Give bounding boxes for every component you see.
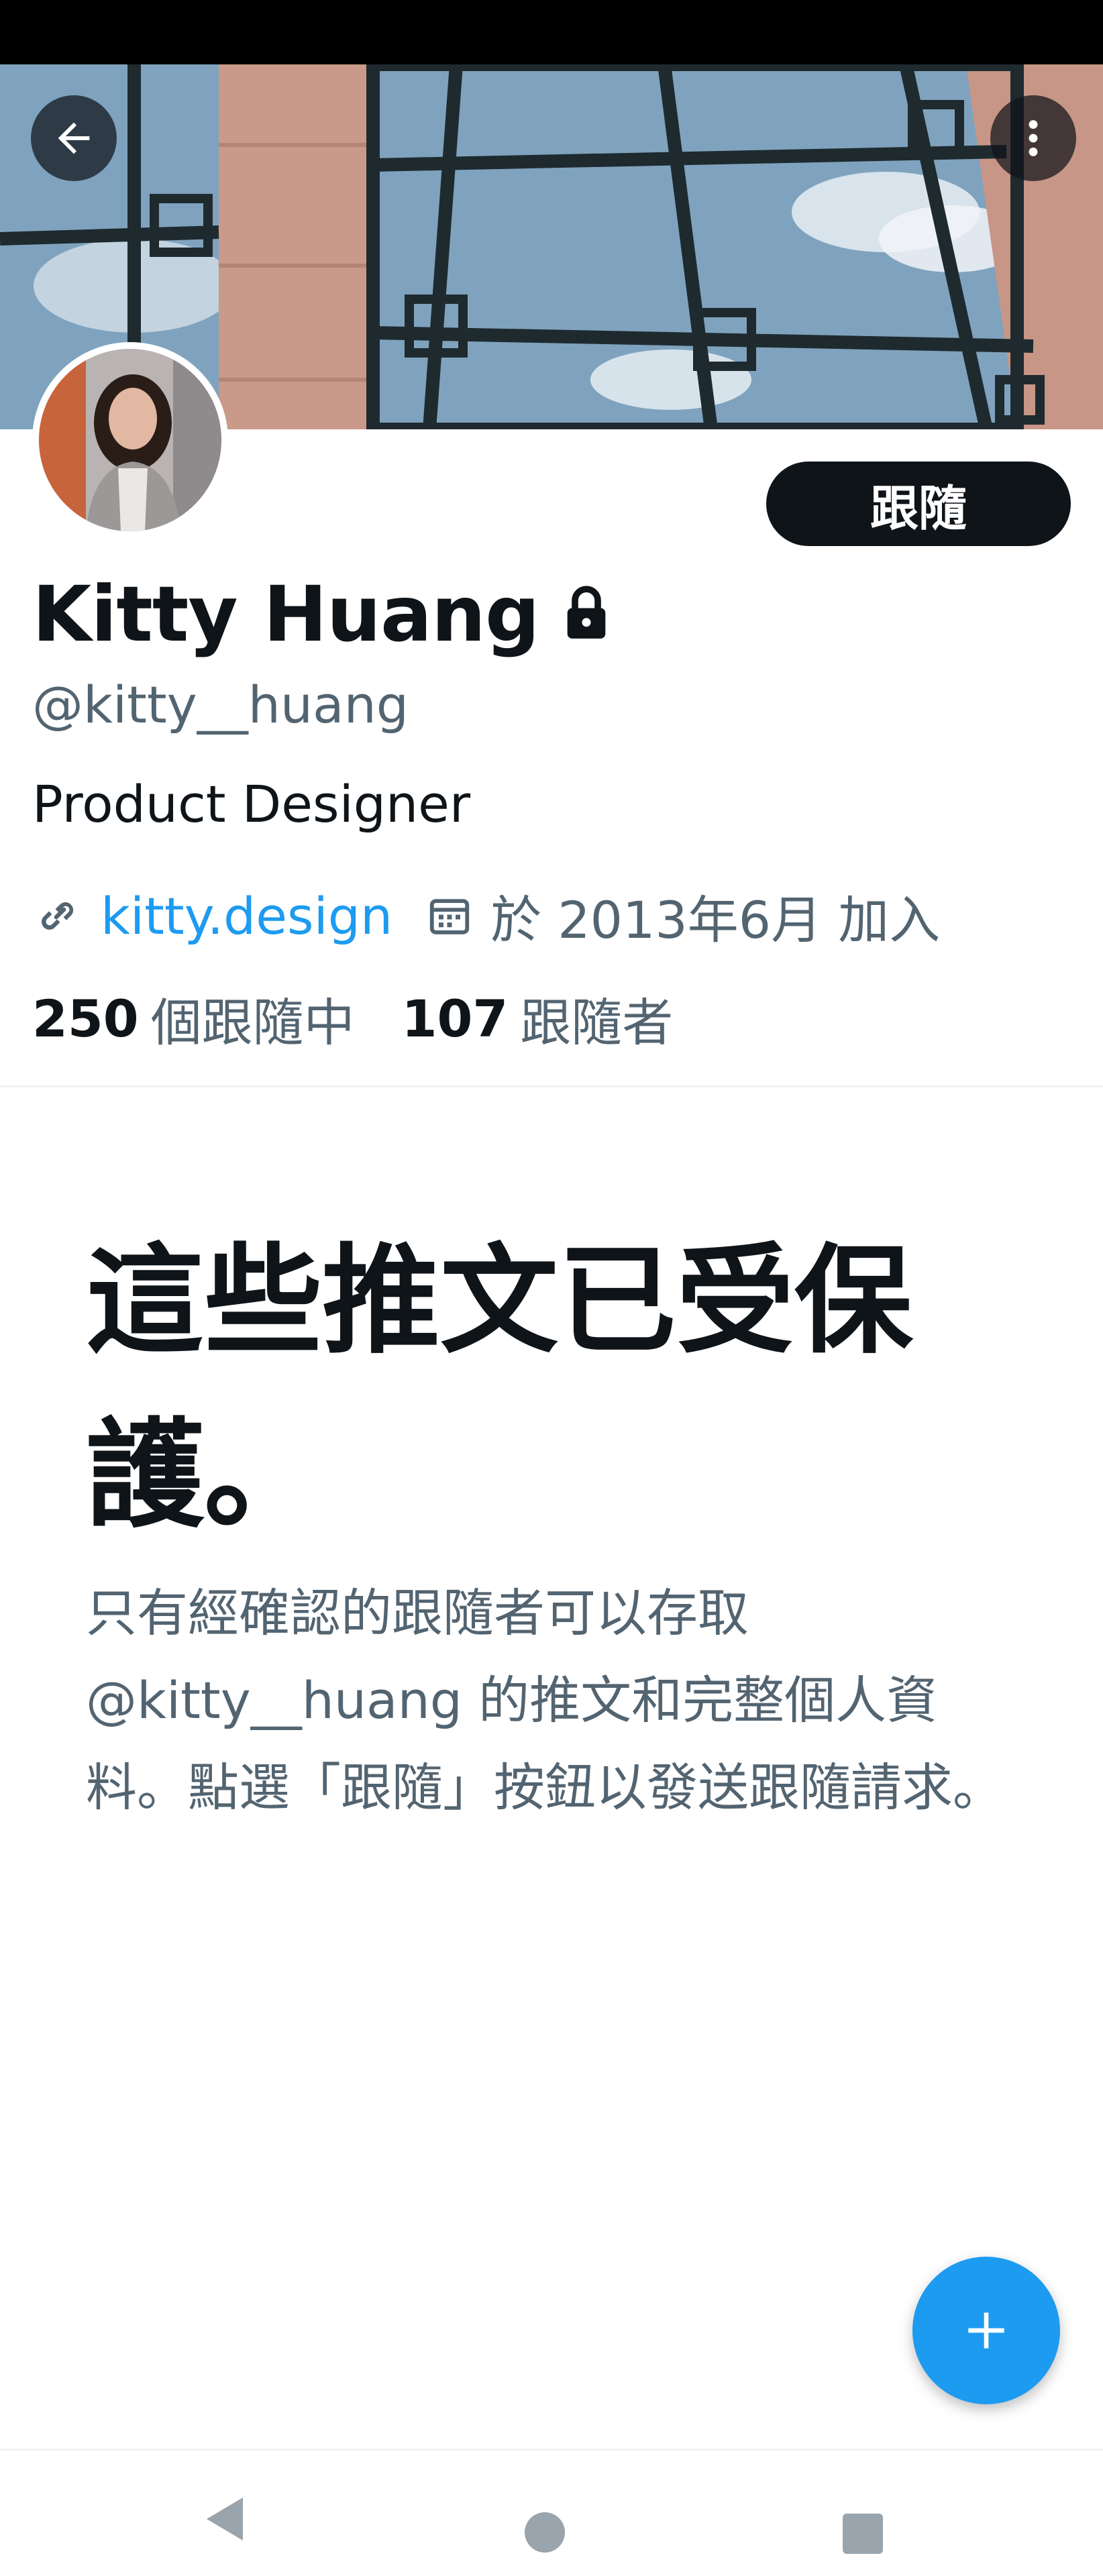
compose-fab[interactable] (912, 2257, 1060, 2404)
square-recents-icon[interactable] (843, 2514, 883, 2554)
more-options-button[interactable] (990, 95, 1076, 181)
avatar[interactable] (32, 342, 228, 538)
back-button[interactable] (31, 95, 117, 181)
followers-count[interactable]: 107 (402, 989, 509, 1049)
more-vertical-icon (1029, 120, 1038, 156)
profile-page: 跟隨 Kitty Huang @kitty__huang Product Des… (0, 0, 1103, 2576)
circle-home-icon[interactable] (525, 2512, 565, 2553)
followers-label[interactable]: 跟隨者 (520, 981, 673, 1055)
system-nav-bar (0, 2449, 1103, 2576)
arrow-left-icon (58, 122, 90, 154)
link-icon (42, 902, 74, 930)
status-bar (0, 0, 1103, 64)
lock-icon (567, 586, 606, 639)
triangle-back-icon[interactable] (201, 2492, 248, 2546)
protected-description: 只有經確認的跟隨者可以存取 @kitty__huang 的推文和完整個人資料。點… (86, 1583, 1004, 1817)
follow-stats: 250 個跟隨中 107 跟隨者 (32, 985, 673, 1053)
bio: Product Designer (32, 774, 471, 834)
plus-icon (968, 2312, 1004, 2349)
display-name: Kitty Huang (32, 569, 540, 659)
user-handle: @kitty__huang (32, 675, 409, 735)
join-date: 於 2013年6月 加入 (490, 890, 941, 950)
website-link[interactable]: kitty.design (101, 886, 392, 946)
follow-button[interactable]: 跟隨 (766, 462, 1071, 546)
avatar-image (39, 349, 221, 531)
name-row: Kitty Huang (32, 569, 609, 659)
protected-title: 這些推文已受保護。 (86, 1232, 913, 1544)
calendar-icon (429, 899, 470, 934)
divider (0, 1085, 1103, 1087)
following-count[interactable]: 250 (32, 989, 139, 1049)
profile-meta: kitty.design 於 2013年6月 加入 (32, 879, 940, 953)
following-label[interactable]: 個跟隨中 (151, 981, 355, 1055)
